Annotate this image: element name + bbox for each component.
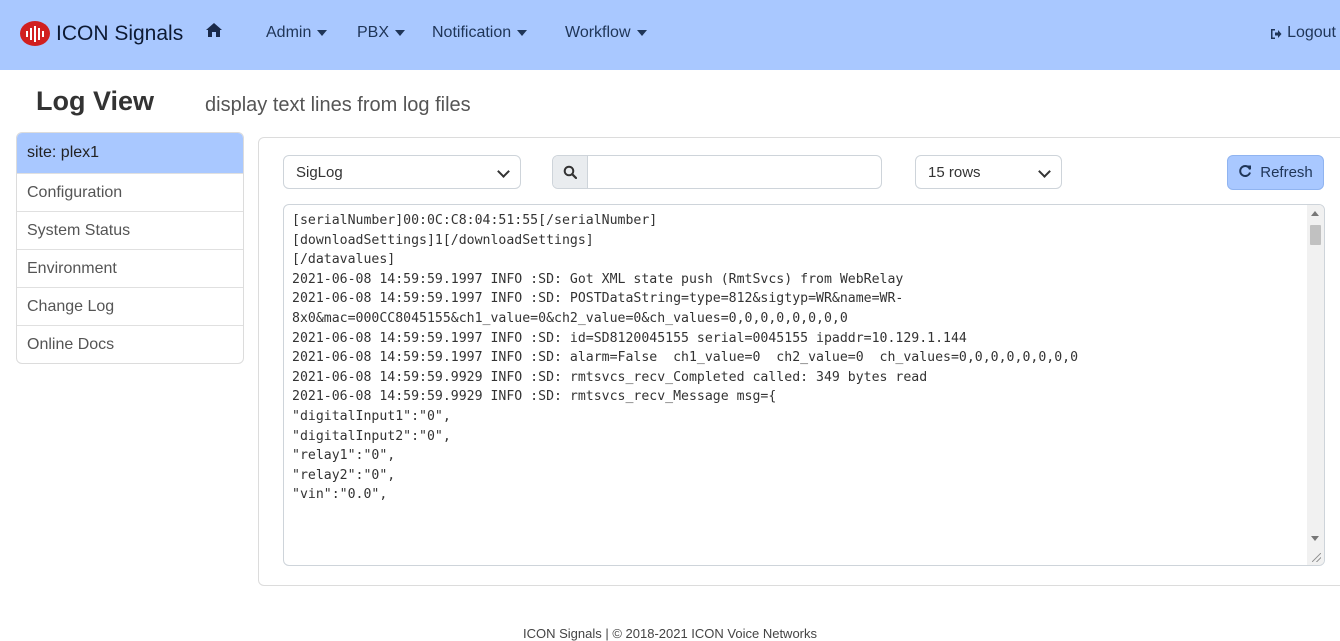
scroll-down-arrow-icon[interactable] (1311, 536, 1319, 541)
log-line: [/datavalues] (292, 252, 396, 268)
log-line: 2021-06-08 14:59:59.9929 INFO :SD: rmtsv… (292, 369, 928, 385)
scroll-thumb[interactable] (1310, 225, 1321, 245)
refresh-icon (1238, 164, 1252, 182)
caret-down-icon (317, 30, 328, 36)
home-icon[interactable] (205, 22, 223, 43)
log-line: "digitalInput1":"0", (292, 408, 451, 424)
scroll-up-arrow-icon[interactable] (1311, 211, 1319, 216)
nav-pbx-dropdown[interactable]: PBX (357, 24, 406, 42)
rows-select-value: 15 rows (928, 163, 981, 181)
sidebar-item-online-docs[interactable]: Online Docs (17, 325, 243, 363)
log-view-card: SigLog 15 rows Refresh [serialNumber]00:… (258, 137, 1340, 586)
sign-out-icon (1270, 27, 1282, 39)
log-line: "digitalInput2":"0", (292, 428, 451, 444)
nav-workflow-dropdown[interactable]: Workflow (565, 24, 647, 42)
page-title: Log View (36, 86, 155, 116)
caret-down-icon (517, 30, 528, 36)
nav-admin-label: Admin (266, 24, 312, 41)
resize-grip-icon[interactable] (1312, 553, 1321, 562)
sidebar-item-change-log[interactable]: Change Log (17, 287, 243, 325)
log-line: 2021-06-08 14:59:59.1997 INFO :SD: POSTD… (292, 291, 904, 307)
log-file-select-value: SigLog (296, 163, 343, 181)
log-line: 8x0&mac=000CC8045155&ch1_value=0&ch2_val… (292, 310, 848, 326)
sidebar-item-system-status[interactable]: System Status (17, 211, 243, 249)
page-subtitle: display text lines from log files (205, 94, 471, 116)
caret-down-icon (636, 30, 647, 36)
refresh-button[interactable]: Refresh (1227, 155, 1324, 190)
log-line: "relay1":"0", (292, 448, 396, 464)
log-line: [serialNumber]00:0C:C8:04:51:55[/serialN… (292, 213, 658, 228)
brand-name: ICON Signals (56, 21, 184, 45)
sidebar-menu: site: plex1 Configuration System Status … (16, 132, 244, 364)
sidebar-item-configuration[interactable]: Configuration (17, 173, 243, 211)
search-input[interactable] (588, 156, 881, 188)
log-line: 2021-06-08 14:59:59.9929 INFO :SD: rmtsv… (292, 389, 777, 405)
search-icon[interactable] (553, 156, 588, 188)
top-navbar: ICON Signals Admin PBX Notification Work… (0, 0, 1340, 70)
sidebar-item-site[interactable]: site: plex1 (17, 133, 243, 173)
sidebar-item-environment[interactable]: Environment (17, 249, 243, 287)
chevron-down-icon (1038, 165, 1051, 178)
search-group (552, 155, 882, 189)
logout-label: Logout (1287, 24, 1336, 41)
log-line: [downloadSettings]1[/downloadSettings] (292, 232, 594, 248)
log-line: 2021-06-08 14:59:59.1997 INFO :SD: id=SD… (292, 330, 967, 346)
log-line: 2021-06-08 14:59:59.1997 INFO :SD: Got X… (292, 271, 904, 287)
nav-pbx-label: PBX (357, 24, 390, 41)
log-scrollbar[interactable] (1307, 205, 1324, 565)
nav-admin-dropdown[interactable]: Admin (266, 24, 328, 42)
refresh-label: Refresh (1260, 164, 1313, 181)
logout-link[interactable]: Logout (1270, 24, 1336, 42)
caret-down-icon (395, 30, 406, 36)
nav-notification-label: Notification (432, 24, 512, 41)
nav-workflow-label: Workflow (565, 24, 631, 41)
chevron-down-icon (497, 165, 510, 178)
log-line: "vin":"0.0", (292, 487, 388, 503)
signal-logo-icon (20, 21, 50, 46)
brand-link[interactable]: ICON Signals (20, 21, 183, 46)
log-file-select[interactable]: SigLog (283, 155, 521, 189)
rows-select[interactable]: 15 rows (915, 155, 1062, 189)
log-line: "relay2":"0", (292, 467, 396, 483)
log-lines: [serialNumber]00:0C:C8:04:51:55[/serialN… (284, 205, 1324, 505)
log-line: 2021-06-08 14:59:59.1997 INFO :SD: alarm… (292, 350, 1079, 366)
log-text-area[interactable]: [serialNumber]00:0C:C8:04:51:55[/serialN… (283, 204, 1325, 566)
nav-notification-dropdown[interactable]: Notification (432, 24, 528, 42)
